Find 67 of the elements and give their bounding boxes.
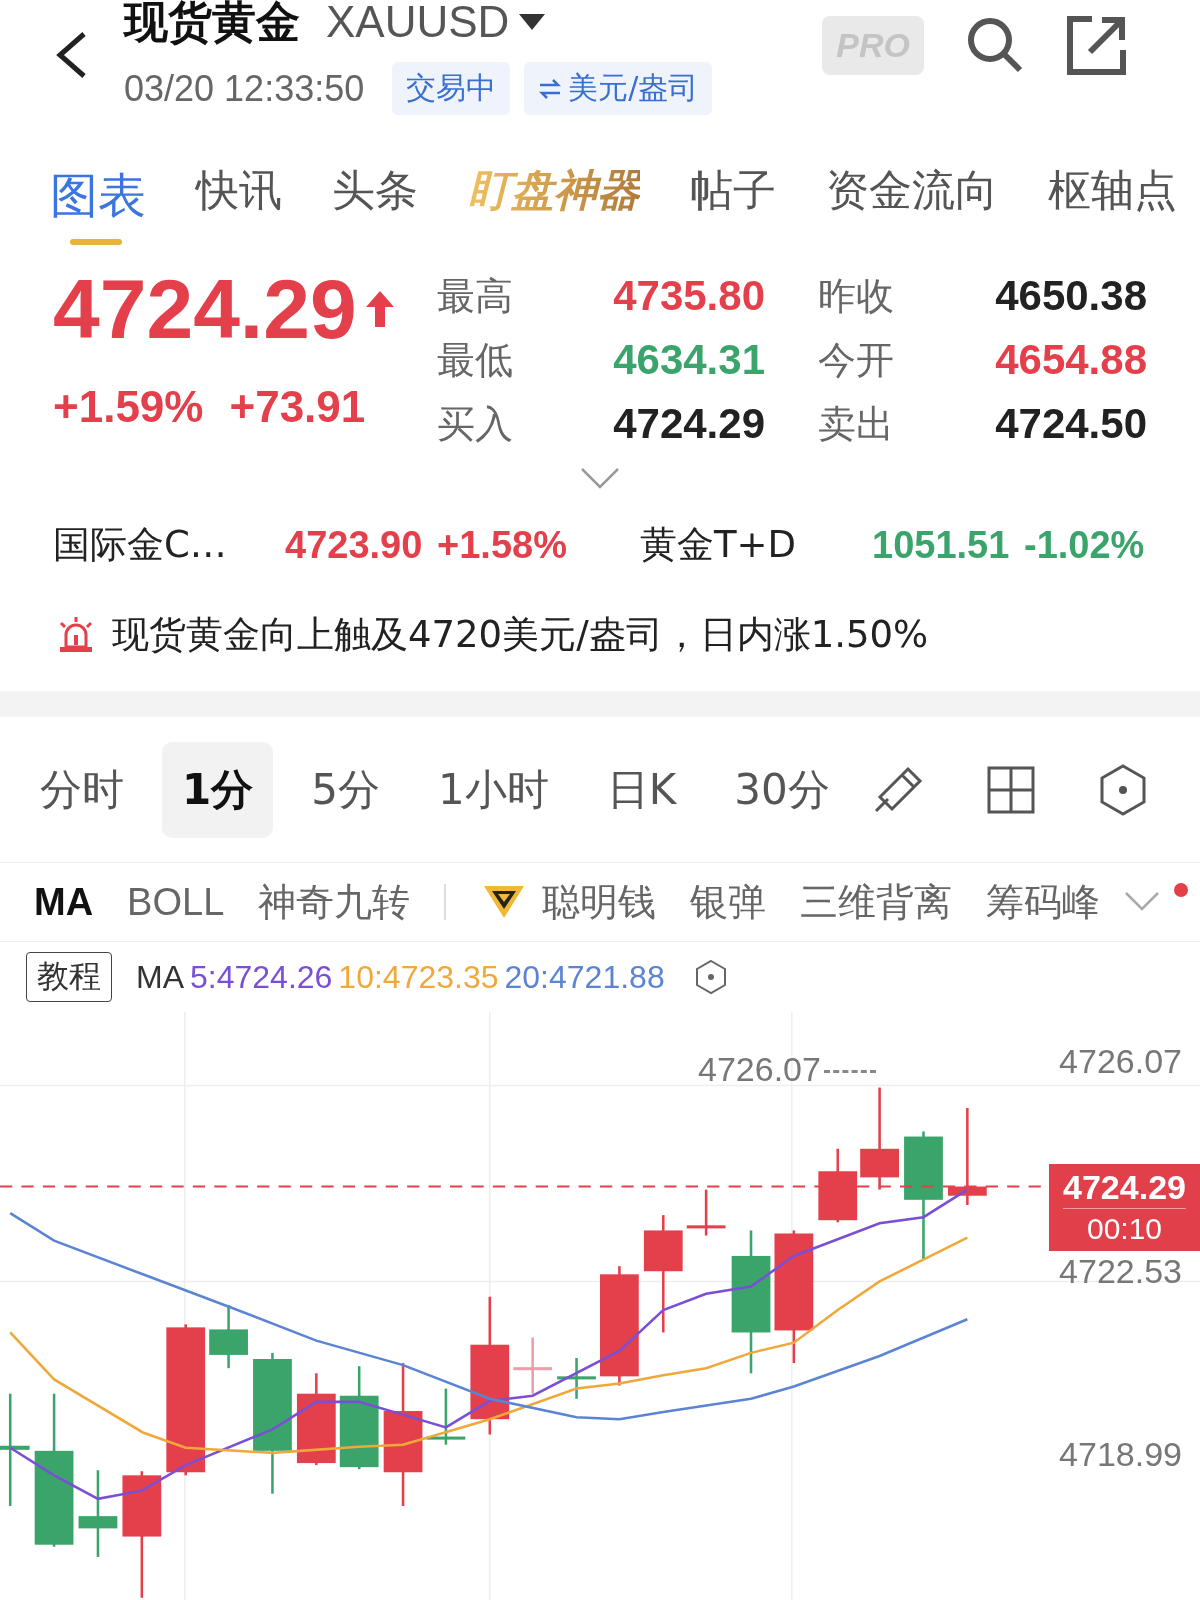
tab[interactable]: 图表 [50,145,146,245]
instrument-price: 4723.90 [285,523,424,567]
stat-value: 4735.80 [612,272,765,320]
ma-value: 20:4721.88 [504,958,665,996]
period-tab[interactable]: 30分 [714,741,850,838]
candlestick [209,1304,248,1369]
high-price-label: 4726.07 [698,1049,821,1089]
stat-value: 4724.50 [994,400,1147,448]
candlestick [426,1388,466,1445]
instrument-name[interactable]: 黄金T+D [640,520,872,570]
tag: 交易中 [392,62,511,115]
tag-price: 4724.29 [1063,1166,1186,1209]
stat-value: 4654.88 [994,336,1147,384]
instrument-change: +1.58% [437,523,568,567]
indicator-tab[interactable]: 银弹 [690,876,767,928]
period-tab[interactable]: 5分 [291,741,400,838]
instrument-title: 现货黄金 [124,0,300,44]
stat-label: 最低 [437,336,514,384]
candlestick [686,1189,726,1236]
ma-value: 10:4723.35 [338,958,499,996]
symbol-selector[interactable]: XAUUSD [326,0,510,44]
instrument-name[interactable]: 国际金C… [53,520,285,570]
stat-label: 今开 [818,336,895,384]
leader-line [824,1070,876,1073]
indicator-tab[interactable]: 三维背离 [800,876,953,928]
quote-time: 03/20 12:33:50 [124,67,365,110]
period-tab[interactable]: 分时 [20,741,144,838]
indicator-tab[interactable]: MA [34,880,94,924]
tab[interactable]: 枢轴点 [1048,162,1177,228]
ma-value: 5:4724.26 [190,958,333,996]
instrument-price: 1051.51 [872,523,1011,567]
indicator-name: MA [136,958,184,996]
last-price: 4724.29 [53,260,357,358]
tutorial-button[interactable]: 教程 [26,952,112,1002]
candlestick [513,1337,553,1394]
indicator-tab[interactable]: BOLL [127,880,225,924]
swap-icon [538,77,563,100]
stat-value: 4724.29 [612,400,765,448]
chevron-down-icon[interactable] [580,466,620,489]
tab[interactable]: 快讯 [196,162,282,228]
period-tab[interactable]: 1分 [162,741,274,838]
period-tab[interactable]: 日K [586,741,697,838]
indicator-tab[interactable]: 筹码峰 [986,876,1101,928]
candlestick [557,1358,596,1399]
change-percent: +1.59% [53,382,204,432]
stat-value: 4634.31 [612,336,765,384]
stat-label: 买入 [437,400,514,448]
period-tab[interactable]: 1小时 [417,741,569,838]
axis-label: 4722.53 [1059,1251,1182,1291]
share-icon[interactable] [1066,14,1128,76]
axis-label: 4718.99 [1059,1434,1182,1474]
change-amount: +73.91 [229,382,366,432]
tab[interactable]: 头条 [332,162,418,228]
alert-text[interactable]: 现货黄金向上触及4720美元/盎司，日内涨1.50% [112,610,929,660]
countdown: 00:10 [1086,1211,1163,1247]
stat-label: 昨收 [818,272,895,320]
caret-icon[interactable] [519,14,546,30]
axis-label: 4726.07 [1059,1041,1182,1081]
tab[interactable]: 帖子 [690,162,776,228]
instrument-change: -1.02% [1024,523,1145,567]
indicator-tab[interactable]: 聪明钱 [542,876,657,928]
tab[interactable]: 资金流向 [826,162,998,228]
stat-label: 卖出 [818,400,895,448]
stat-value: 4650.38 [994,272,1147,320]
stat-label: 最高 [437,272,514,320]
tag[interactable]: 美元/盎司 [524,62,713,115]
indicator-tab[interactable]: 神奇九转 [258,876,411,928]
